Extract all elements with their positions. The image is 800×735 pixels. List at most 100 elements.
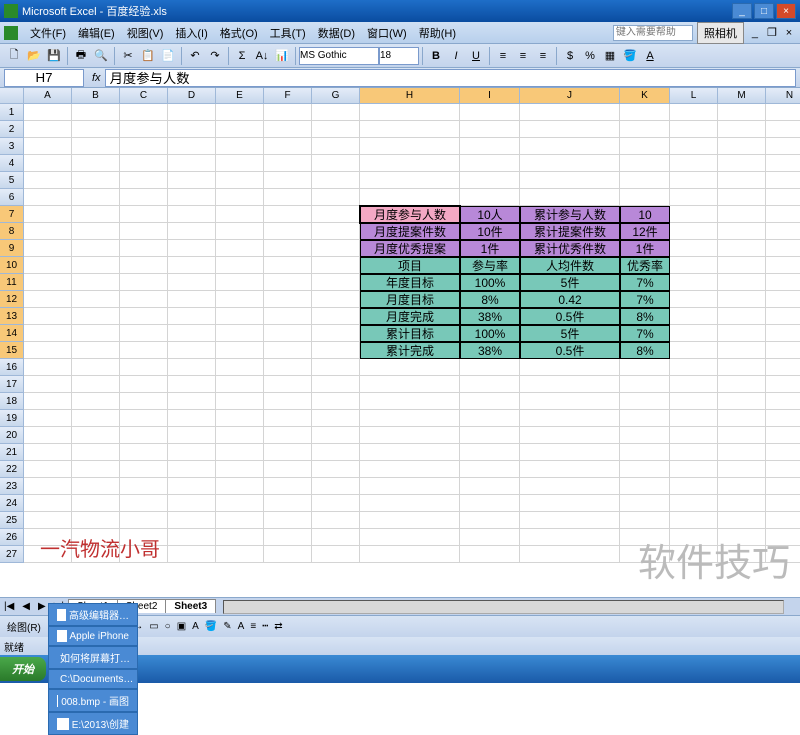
cell[interactable] xyxy=(718,342,766,359)
cell[interactable] xyxy=(72,308,120,325)
cell[interactable] xyxy=(766,274,800,291)
cell[interactable] xyxy=(72,206,120,223)
cell[interactable] xyxy=(168,342,216,359)
cell[interactable] xyxy=(520,461,620,478)
sum-icon[interactable]: Σ xyxy=(233,47,251,65)
cell[interactable] xyxy=(670,461,718,478)
close-button[interactable]: × xyxy=(776,3,796,19)
row-header[interactable]: 1 xyxy=(0,104,24,121)
cell[interactable] xyxy=(216,393,264,410)
cell[interactable] xyxy=(312,410,360,427)
cell[interactable] xyxy=(718,206,766,223)
cell[interactable] xyxy=(460,461,520,478)
cell[interactable] xyxy=(520,138,620,155)
cell[interactable] xyxy=(718,189,766,206)
cell[interactable] xyxy=(264,172,312,189)
cell[interactable] xyxy=(766,444,800,461)
cell[interactable] xyxy=(670,325,718,342)
cell[interactable] xyxy=(120,223,168,240)
cell[interactable] xyxy=(766,291,800,308)
cell[interactable] xyxy=(718,291,766,308)
cell[interactable] xyxy=(312,359,360,376)
cell[interactable] xyxy=(72,427,120,444)
cell[interactable] xyxy=(168,257,216,274)
font-size-select[interactable] xyxy=(379,47,419,65)
data-cell[interactable]: 5件 xyxy=(520,325,620,342)
cell[interactable] xyxy=(168,308,216,325)
row-header[interactable]: 5 xyxy=(0,172,24,189)
cell[interactable] xyxy=(24,155,72,172)
cell[interactable] xyxy=(24,274,72,291)
currency-icon[interactable]: $ xyxy=(561,47,579,65)
cell[interactable] xyxy=(216,104,264,121)
data-cell[interactable]: 累计参与人数 xyxy=(520,206,620,223)
data-cell[interactable]: 7% xyxy=(620,291,670,308)
data-cell[interactable]: 月度优秀提案 xyxy=(360,240,460,257)
cell[interactable] xyxy=(120,257,168,274)
cell[interactable] xyxy=(520,512,620,529)
dash-style-icon[interactable]: ┅ xyxy=(262,621,268,632)
cell[interactable] xyxy=(670,138,718,155)
align-left-icon[interactable]: ≡ xyxy=(494,47,512,65)
cell[interactable] xyxy=(766,155,800,172)
cell[interactable] xyxy=(168,461,216,478)
row-header[interactable]: 16 xyxy=(0,359,24,376)
cell[interactable] xyxy=(460,376,520,393)
cell[interactable] xyxy=(620,359,670,376)
fx-icon[interactable]: fx xyxy=(88,72,105,84)
row-header[interactable]: 25 xyxy=(0,512,24,529)
cell[interactable] xyxy=(264,121,312,138)
row-header[interactable]: 10 xyxy=(0,257,24,274)
data-cell[interactable]: 人均件数 xyxy=(520,257,620,274)
menu-item[interactable]: 文件(F) xyxy=(24,26,72,42)
data-cell[interactable]: 12件 xyxy=(620,223,670,240)
sort-asc-icon[interactable]: A↓ xyxy=(253,47,271,65)
cell[interactable] xyxy=(460,444,520,461)
taskbar-item[interactable]: Apple iPhone xyxy=(48,626,138,646)
cell[interactable] xyxy=(312,342,360,359)
cell[interactable] xyxy=(168,529,216,546)
cell[interactable] xyxy=(264,206,312,223)
cell[interactable] xyxy=(460,546,520,563)
cell[interactable] xyxy=(312,155,360,172)
cell[interactable] xyxy=(718,104,766,121)
open-icon[interactable]: 📂 xyxy=(25,47,43,65)
cell[interactable] xyxy=(120,342,168,359)
minimize-button[interactable]: _ xyxy=(732,3,752,19)
cell[interactable] xyxy=(72,240,120,257)
cell[interactable] xyxy=(460,189,520,206)
cell[interactable] xyxy=(620,444,670,461)
cell[interactable] xyxy=(168,359,216,376)
cell[interactable] xyxy=(460,529,520,546)
cell[interactable] xyxy=(264,189,312,206)
cell[interactable] xyxy=(168,546,216,563)
taskbar-item[interactable]: E:\2013\创建 xyxy=(48,712,138,735)
cell[interactable] xyxy=(120,444,168,461)
cell[interactable] xyxy=(312,308,360,325)
cell[interactable] xyxy=(264,325,312,342)
cell[interactable] xyxy=(216,325,264,342)
cell[interactable] xyxy=(264,546,312,563)
row-header[interactable]: 27 xyxy=(0,546,24,563)
cell[interactable] xyxy=(120,240,168,257)
cell[interactable] xyxy=(216,189,264,206)
column-header[interactable]: M xyxy=(718,88,766,104)
cell[interactable] xyxy=(312,172,360,189)
cell[interactable] xyxy=(460,393,520,410)
cell[interactable] xyxy=(216,138,264,155)
cell[interactable] xyxy=(264,495,312,512)
row-header[interactable]: 11 xyxy=(0,274,24,291)
cell[interactable] xyxy=(670,172,718,189)
row-header[interactable]: 22 xyxy=(0,461,24,478)
cell[interactable] xyxy=(766,461,800,478)
paste-icon[interactable]: 📄 xyxy=(159,47,177,65)
drawing-menu[interactable]: 绘图(R) xyxy=(7,619,41,634)
menu-item[interactable]: 窗口(W) xyxy=(361,26,413,42)
cell[interactable] xyxy=(72,155,120,172)
data-cell[interactable]: 100% xyxy=(460,325,520,342)
cell[interactable] xyxy=(670,257,718,274)
undo-icon[interactable]: ↶ xyxy=(186,47,204,65)
cell[interactable] xyxy=(216,444,264,461)
cell[interactable] xyxy=(520,172,620,189)
data-cell[interactable]: 累计目标 xyxy=(360,325,460,342)
